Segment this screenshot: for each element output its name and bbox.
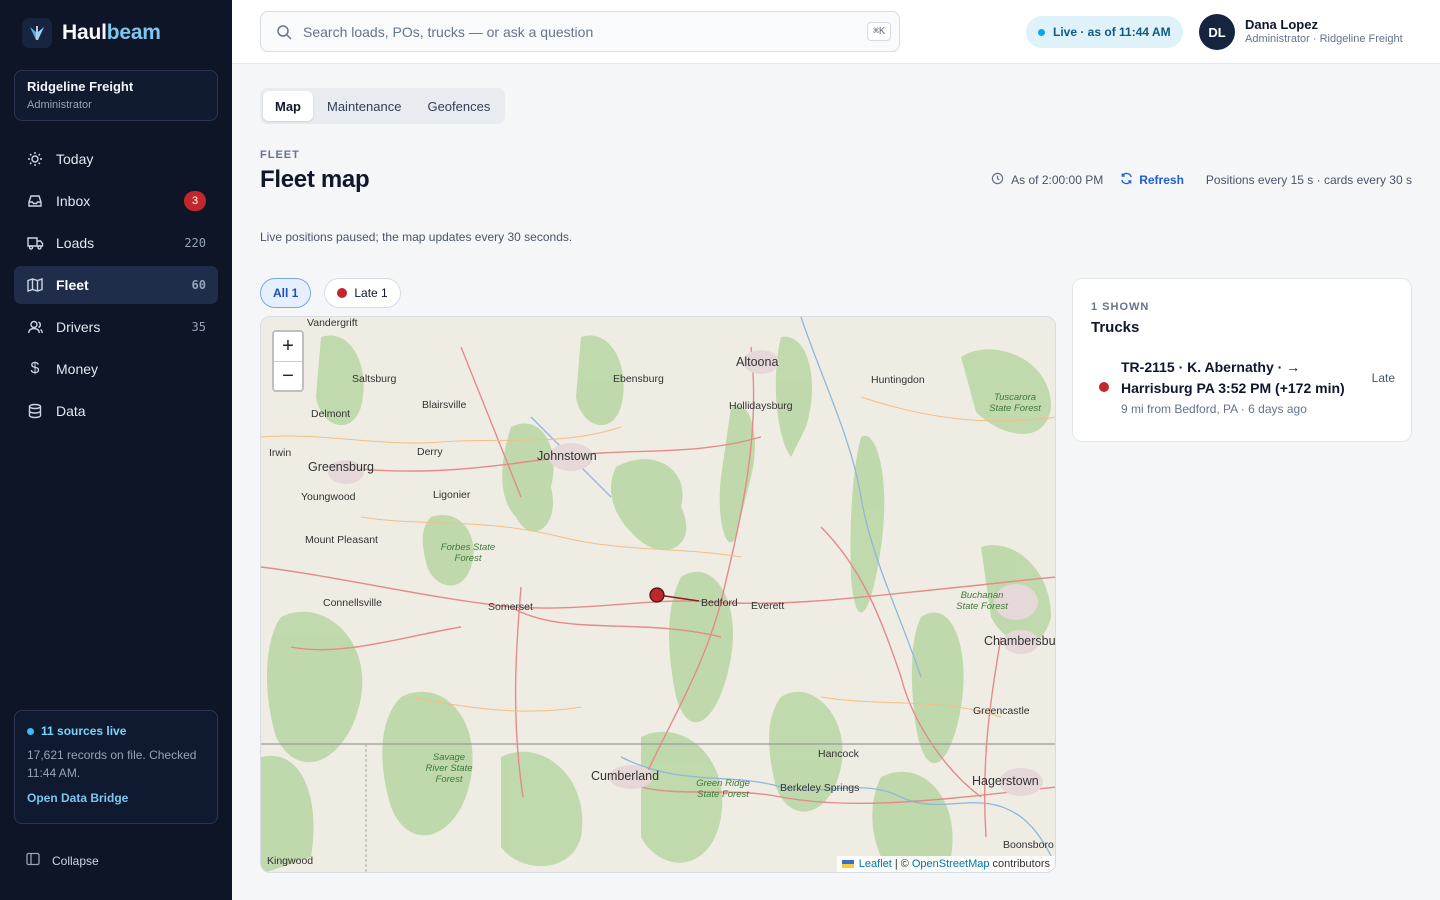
shown-count: 1 SHOWN bbox=[1091, 301, 1150, 313]
dollar-icon: $ bbox=[30, 360, 40, 377]
attribution-separator: | © bbox=[894, 858, 909, 870]
collapse-label: Collapse bbox=[52, 853, 99, 868]
sidebar: Haulbeam Ridgeline Freight Administrator… bbox=[0, 0, 232, 900]
refresh-icon bbox=[1120, 172, 1133, 188]
sidebar-item-count: 35 bbox=[191, 320, 206, 334]
sun-icon bbox=[26, 150, 44, 168]
clock-icon bbox=[991, 172, 1004, 188]
sidebar-item-count: 60 bbox=[191, 278, 206, 292]
truck-location: 9 mi from Bedford, PA · 6 days ago bbox=[1121, 402, 1307, 416]
late-status-dot-icon bbox=[1099, 382, 1109, 392]
sources-live-title: 11 sources live bbox=[27, 724, 205, 738]
haulbeam-logo-icon bbox=[22, 18, 52, 48]
section-eyebrow: FLEET bbox=[260, 149, 300, 161]
map-icon bbox=[26, 276, 44, 294]
tab-maintenance[interactable]: Maintenance bbox=[315, 91, 413, 121]
view-tabs: Map Maintenance Geofences bbox=[260, 88, 506, 124]
filter-chips: All 1 Late 1 bbox=[260, 278, 401, 308]
sidebar-item-data[interactable]: Data bbox=[14, 392, 218, 430]
openstreetmap-link[interactable]: OpenStreetMap bbox=[912, 858, 990, 870]
sources-text: 17,621 records on file. Checked 11:44 AM… bbox=[27, 748, 197, 780]
as-of-time: As of 2:00:00 PM bbox=[991, 172, 1103, 188]
sidebar-item-loads[interactable]: Loads 220 bbox=[14, 224, 218, 262]
sidebar-toggle-icon bbox=[26, 852, 40, 869]
sidebar-item-label: Money bbox=[56, 361, 99, 377]
sidebar-item-drivers[interactable]: Drivers 35 bbox=[14, 308, 218, 346]
update-cadence: Positions every 15 s · cards every 30 s bbox=[1205, 173, 1412, 187]
sidebar-item-label: Drivers bbox=[56, 319, 101, 335]
sidebar-item-today[interactable]: Today bbox=[14, 140, 218, 178]
refresh-button[interactable]: Refresh bbox=[1120, 172, 1184, 188]
tab-map[interactable]: Map bbox=[263, 91, 313, 121]
search-shortcut: ⌘K bbox=[866, 22, 891, 41]
sidebar-item-label: Loads bbox=[56, 235, 95, 251]
attribution-tail: contributors bbox=[992, 858, 1050, 870]
users-icon bbox=[26, 318, 44, 336]
refresh-meta: As of 2:00:00 PM Refresh Positions every… bbox=[991, 172, 1412, 188]
sidebar-item-inbox[interactable]: Inbox 3 bbox=[14, 182, 218, 220]
brand-name: Haulbeam bbox=[62, 21, 161, 44]
org-switcher[interactable]: Ridgeline Freight Administrator bbox=[14, 70, 218, 121]
live-dot-icon bbox=[1038, 28, 1045, 36]
search-placeholder: Search loads, POs, trucks — or ask a que… bbox=[303, 23, 594, 40]
late-status-dot-icon bbox=[337, 288, 348, 298]
truck-title: TR-2115 · K. Abernathy · → Harrisburg PA… bbox=[1121, 359, 1345, 396]
search-input[interactable]: Search loads, POs, trucks — or ask a que… bbox=[260, 11, 900, 52]
sidebar-item-fleet[interactable]: Fleet 60 bbox=[14, 266, 218, 304]
open-data-bridge-link[interactable]: Open Data Bridge bbox=[27, 791, 205, 805]
panel-title: Trucks bbox=[1091, 319, 1140, 336]
sidebar-item-count: 220 bbox=[184, 236, 206, 250]
live-paused-notice: Live positions paused; the map updates e… bbox=[260, 230, 573, 244]
avatar[interactable]: DL bbox=[1199, 14, 1235, 50]
user-name[interactable]: Dana Lopez bbox=[1245, 17, 1318, 32]
database-icon bbox=[26, 402, 44, 420]
search-icon bbox=[275, 23, 293, 41]
sources-status-card: 11 sources live 17,621 records on file. … bbox=[14, 710, 218, 824]
sidebar-item-label: Today bbox=[56, 151, 94, 167]
filter-late-chip[interactable]: Late 1 bbox=[324, 278, 401, 308]
sidebar-nav: Today Inbox 3 Loads 220 Fleet 60 Drivers… bbox=[14, 140, 218, 434]
org-name: Ridgeline Freight bbox=[27, 79, 134, 94]
truck-icon bbox=[26, 234, 44, 252]
zoom-out-button[interactable]: − bbox=[274, 361, 302, 390]
user-role: Administrator · Ridgeline Freight bbox=[1245, 33, 1403, 45]
sidebar-item-label: Data bbox=[56, 403, 86, 419]
zoom-control: + − bbox=[272, 330, 304, 392]
truck-marker-layer bbox=[649, 587, 700, 603]
sidebar-item-label: Fleet bbox=[56, 277, 89, 293]
ukraine-flag-icon bbox=[841, 860, 854, 868]
topbar: Search loads, POs, trucks — or ask a que… bbox=[232, 0, 1440, 64]
sidebar-item-money[interactable]: $ Money bbox=[14, 350, 218, 388]
sidebar-item-label: Inbox bbox=[56, 193, 91, 209]
status-badge: Late bbox=[1371, 371, 1395, 385]
collapse-sidebar-button[interactable]: Collapse bbox=[26, 852, 99, 869]
org-role: Administrator bbox=[27, 99, 92, 111]
inbox-count-badge: 3 bbox=[184, 191, 206, 211]
leaflet-link[interactable]: Leaflet bbox=[859, 858, 892, 870]
trucks-panel: 1 SHOWN Trucks TR-2115 · K. Abernathy · … bbox=[1072, 278, 1412, 442]
tab-geofences[interactable]: Geofences bbox=[415, 91, 502, 121]
map-attribution: Leaflet | © OpenStreetMap contributors bbox=[836, 856, 1055, 872]
live-dot-icon bbox=[27, 727, 34, 735]
live-status-badge: Live · as of 11:44 AM bbox=[1026, 16, 1183, 48]
zoom-in-button[interactable]: + bbox=[274, 332, 302, 361]
filter-all-chip[interactable]: All 1 bbox=[260, 278, 312, 308]
page-title: Fleet map bbox=[260, 166, 370, 193]
brand[interactable]: Haulbeam bbox=[22, 18, 161, 48]
fleet-map[interactable]: Vandergrift Altoona Saltsburg Ebensburg … bbox=[260, 316, 1056, 873]
inbox-icon bbox=[26, 192, 44, 210]
truck-marker-tr-2115 bbox=[649, 587, 665, 603]
